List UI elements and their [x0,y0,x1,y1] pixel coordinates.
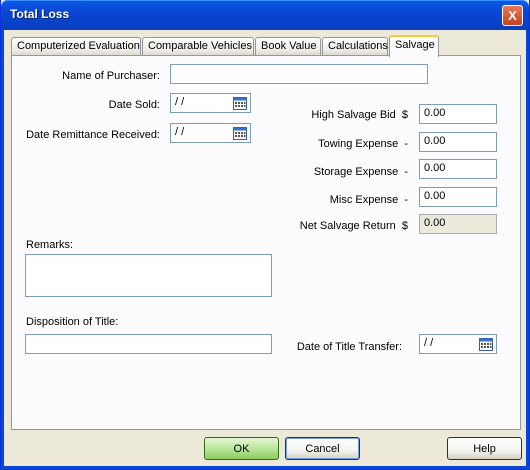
storage-expense-label: Storage Expense - [282,166,408,178]
storage-expense-input[interactable]: 0.00 [419,159,497,179]
towing-expense-text: Towing Expense [318,138,399,150]
misc-expense-symbol: - [404,194,408,206]
window-title: Total Loss [10,7,70,21]
towing-expense-symbol: - [404,138,408,150]
name-of-purchaser-input[interactable] [170,64,428,84]
calendar-icon[interactable] [233,96,247,110]
tab-book-value[interactable]: Book Value [255,37,321,56]
storage-expense-text: Storage Expense [313,166,399,178]
date-remittance-label: Date Remittance Received: [26,129,160,141]
help-button[interactable]: Help [447,437,522,460]
net-salvage-return-text: Net Salvage Return [299,220,396,232]
total-loss-window: Total Loss X Computerized Evaluation Com… [0,0,530,470]
date-sold-value: / / [175,96,185,108]
date-of-title-transfer-input[interactable]: / / [419,334,497,354]
remarks-textarea[interactable] [25,254,272,297]
calendar-icon[interactable] [479,337,493,351]
close-button[interactable]: X [502,5,523,26]
net-salvage-return-symbol: $ [401,220,408,232]
title-bar[interactable]: Total Loss X [1,0,529,30]
tab-comparable-vehicles[interactable]: Comparable Vehicles [142,37,254,56]
date-sold-input[interactable]: / / [170,93,251,113]
date-remittance-value: / / [175,126,185,138]
high-salvage-bid-symbol: $ [401,109,408,121]
date-remittance-input[interactable]: / / [170,123,251,143]
high-salvage-bid-label: High Salvage Bid $ [282,109,408,121]
remarks-label: Remarks: [26,239,74,251]
tab-calculations[interactable]: Calculations [322,37,388,56]
window-frame-left [1,30,4,470]
tab-computerized-evaluation[interactable]: Computerized Evaluation [11,37,141,56]
close-icon: X [508,8,517,23]
high-salvage-bid-text: High Salvage Bid [311,109,396,121]
disposition-of-title-label: Disposition of Title: [26,316,119,328]
misc-expense-label: Misc Expense - [282,194,408,206]
date-sold-label: Date Sold: [108,99,160,111]
storage-expense-symbol: - [404,166,408,178]
ok-button[interactable]: OK [204,437,279,460]
cancel-button[interactable]: Cancel [285,437,360,460]
date-of-title-transfer-label: Date of Title Transfer: [296,341,402,353]
window-frame-bottom [1,466,530,469]
date-of-title-transfer-value: / / [424,337,434,349]
towing-expense-input[interactable]: 0.00 [419,132,497,152]
misc-expense-input[interactable]: 0.00 [419,187,497,207]
tab-salvage[interactable]: Salvage [389,35,439,57]
name-of-purchaser-label: Name of Purchaser: [62,70,160,82]
disposition-of-title-input[interactable] [25,334,272,354]
high-salvage-bid-input[interactable]: 0.00 [419,104,497,124]
net-salvage-return-field: 0.00 [419,214,497,234]
towing-expense-label: Towing Expense - [282,138,408,150]
misc-expense-text: Misc Expense [329,194,399,206]
calendar-icon[interactable] [233,126,247,140]
salvage-panel: Name of Purchaser: Date Sold: / / Date R… [11,55,521,430]
net-salvage-return-label: Net Salvage Return $ [282,220,408,232]
window-frame-right [526,30,529,470]
